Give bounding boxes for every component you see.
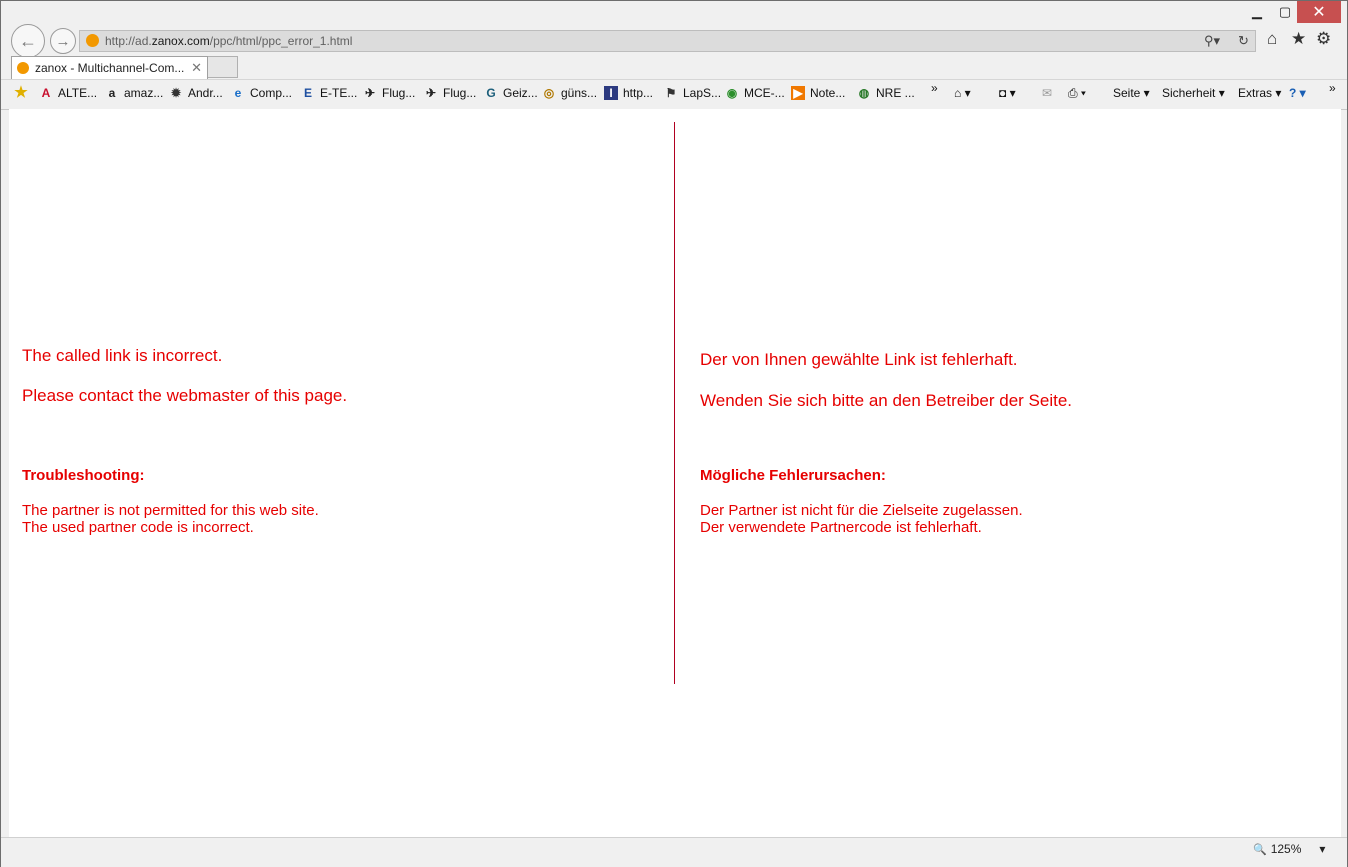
favorite-icon: e bbox=[234, 86, 242, 100]
help-menu-button[interactable]: ? ▾ bbox=[1289, 86, 1306, 100]
favorite-item[interactable]: ▶ Note... bbox=[791, 86, 845, 100]
browser-window: ▁ ▢ ✕ ← → http://ad.zanox.com/ppc/html/p… bbox=[0, 0, 1348, 867]
contact-message-de: Wenden Sie sich bitte an den Betreiber d… bbox=[700, 391, 1073, 410]
favorite-item[interactable]: ✈ Flug... bbox=[363, 86, 415, 100]
home-icon[interactable]: ⌂ bbox=[1267, 29, 1277, 49]
favorite-item[interactable]: a amaz... bbox=[105, 86, 164, 100]
favorite-item[interactable]: E E-TE... bbox=[301, 86, 357, 100]
favorite-icon: A bbox=[41, 86, 51, 100]
favorite-icon: E bbox=[303, 86, 312, 100]
status-bar: 🔍 125% ▾ bbox=[1, 837, 1347, 867]
favorite-icon: a bbox=[108, 86, 116, 100]
favorite-label: Flug... bbox=[382, 86, 416, 100]
commands-more-chevron-icon[interactable]: » bbox=[1329, 81, 1336, 95]
home-command-button[interactable]: ⌂ ▾ bbox=[954, 86, 971, 100]
zoom-dropdown-icon[interactable]: ▾ bbox=[1319, 842, 1325, 856]
favorite-icon: I bbox=[604, 86, 618, 100]
contact-message-en: Please contact the webmaster of this pag… bbox=[22, 386, 348, 405]
favorite-label: LapS... bbox=[683, 86, 722, 100]
favorite-item[interactable]: ◍ NRE ... bbox=[857, 86, 915, 100]
favorites-bar: ★ A ALTE... a amaz... ✹ Andr... e Comp... E E-TE.… bbox=[1, 79, 1347, 110]
url-domain: zanox.com bbox=[151, 34, 210, 48]
zoom-control[interactable]: 🔍 125% ▾ bbox=[1253, 842, 1325, 856]
favorite-label: amaz... bbox=[124, 86, 164, 100]
tab-zanox[interactable]: zanox - Multichannel-Com... ✕ bbox=[11, 56, 208, 79]
add-favorite-star-icon[interactable]: ★ bbox=[14, 85, 33, 100]
cause-en-1: The partner is not permitted for this we… bbox=[22, 502, 319, 519]
favorite-item[interactable]: ✹ Andr... bbox=[169, 86, 223, 100]
address-url[interactable]: http://ad.zanox.com/ppc/html/ppc_error_1… bbox=[105, 31, 352, 51]
possible-causes-heading: Mögliche Fehlerursachen: bbox=[700, 467, 886, 484]
back-arrow-icon: ← bbox=[19, 30, 37, 51]
favorite-item[interactable]: e Comp... bbox=[231, 86, 292, 100]
tools-gear-icon[interactable]: ⚙ bbox=[1316, 29, 1331, 49]
favorite-item[interactable]: ✈ Flug... bbox=[424, 86, 476, 100]
zoom-magnifier-icon: 🔍 bbox=[1253, 843, 1267, 856]
favorite-label: NRE ... bbox=[876, 86, 915, 100]
favorite-item[interactable]: ⚑ LapS... bbox=[664, 86, 721, 100]
title-bar: ▁ ▢ ✕ ← → http://ad.zanox.com/ppc/html/p… bbox=[1, 1, 1347, 58]
page-content: The called link is incorrect. Please con… bbox=[9, 109, 1341, 837]
favorite-label: Geiz... bbox=[503, 86, 538, 100]
mail-icon[interactable]: ✉ bbox=[1042, 86, 1052, 100]
favorite-item[interactable]: G Geiz... bbox=[484, 86, 538, 100]
error-message-en: The called link is incorrect. bbox=[22, 346, 223, 365]
favorite-label: E-TE... bbox=[320, 86, 358, 100]
favorite-icon: ◎ bbox=[543, 86, 555, 100]
favorite-label: Andr... bbox=[188, 86, 223, 100]
favorite-item[interactable]: ◎ güns... bbox=[542, 86, 597, 100]
favorite-label: Note... bbox=[810, 86, 846, 100]
favorite-icon: ◍ bbox=[858, 86, 870, 100]
page-menu-button[interactable]: Seite ▾ bbox=[1113, 86, 1150, 100]
cause-de-2: Der verwendete Partnercode ist fehlerhaf… bbox=[700, 519, 982, 536]
close-window-button[interactable]: ✕ bbox=[1297, 1, 1341, 23]
extras-menu-button[interactable]: Extras ▾ bbox=[1238, 86, 1281, 100]
new-tab-button[interactable] bbox=[208, 56, 238, 78]
favorites-more-chevron-icon[interactable]: » bbox=[931, 81, 938, 95]
cause-en-2: The used partner code is incorrect. bbox=[22, 519, 254, 536]
favorites-star-icon[interactable]: ★ bbox=[1291, 29, 1306, 49]
favorite-label: http... bbox=[623, 86, 654, 100]
safety-menu-button[interactable]: Sicherheit ▾ bbox=[1162, 86, 1225, 100]
back-button[interactable]: ← bbox=[11, 24, 45, 58]
forward-button[interactable]: → bbox=[50, 28, 76, 54]
url-path: /ppc/html/ppc_error_1.html bbox=[209, 34, 353, 48]
favorite-label: Comp... bbox=[250, 86, 293, 100]
site-favicon-icon bbox=[86, 34, 99, 47]
favorite-label: MCE-... bbox=[744, 86, 785, 100]
favorite-icon: ◉ bbox=[726, 86, 738, 100]
print-command-button[interactable]: ⎙ ▾ bbox=[1068, 86, 1086, 101]
tab-close-icon[interactable]: ✕ bbox=[191, 57, 202, 79]
feeds-command-button[interactable]: ◘ ▾ bbox=[999, 86, 1016, 100]
error-message-de: Der von Ihnen gewählte Link ist fehlerha… bbox=[700, 350, 1018, 369]
tab-favicon-icon bbox=[17, 62, 29, 74]
refresh-icon[interactable]: ↻ bbox=[1238, 31, 1249, 51]
column-divider bbox=[674, 122, 675, 684]
favorite-item[interactable]: ◉ MCE-... bbox=[725, 86, 785, 100]
zoom-level: 125% bbox=[1270, 842, 1302, 856]
favorite-label: güns... bbox=[561, 86, 598, 100]
address-bar[interactable]: http://ad.zanox.com/ppc/html/ppc_error_1… bbox=[79, 30, 1256, 52]
favorite-label: Flug... bbox=[443, 86, 477, 100]
url-prefix: http://ad. bbox=[105, 34, 152, 48]
tab-title: zanox - Multichannel-Com... bbox=[35, 61, 185, 75]
troubleshooting-heading: Troubleshooting: bbox=[22, 467, 145, 484]
favorite-icon: ▶ bbox=[791, 86, 805, 100]
favorite-item[interactable]: Ihttp... bbox=[604, 86, 653, 100]
favorite-icon: ⚑ bbox=[665, 86, 677, 100]
favorite-icon: ✈ bbox=[425, 86, 437, 100]
favorite-icon: ✈ bbox=[364, 86, 376, 100]
cause-de-1: Der Partner ist nicht für die Zielseite … bbox=[700, 502, 1023, 519]
favorite-icon: ✹ bbox=[170, 86, 182, 100]
search-dropdown-icon[interactable]: ⚲▾ bbox=[1204, 31, 1220, 51]
favorite-icon: G bbox=[486, 86, 496, 100]
favorite-label: ALTE... bbox=[58, 86, 98, 100]
favorite-item[interactable]: A ALTE... bbox=[39, 86, 97, 100]
forward-arrow-icon: → bbox=[55, 32, 71, 50]
